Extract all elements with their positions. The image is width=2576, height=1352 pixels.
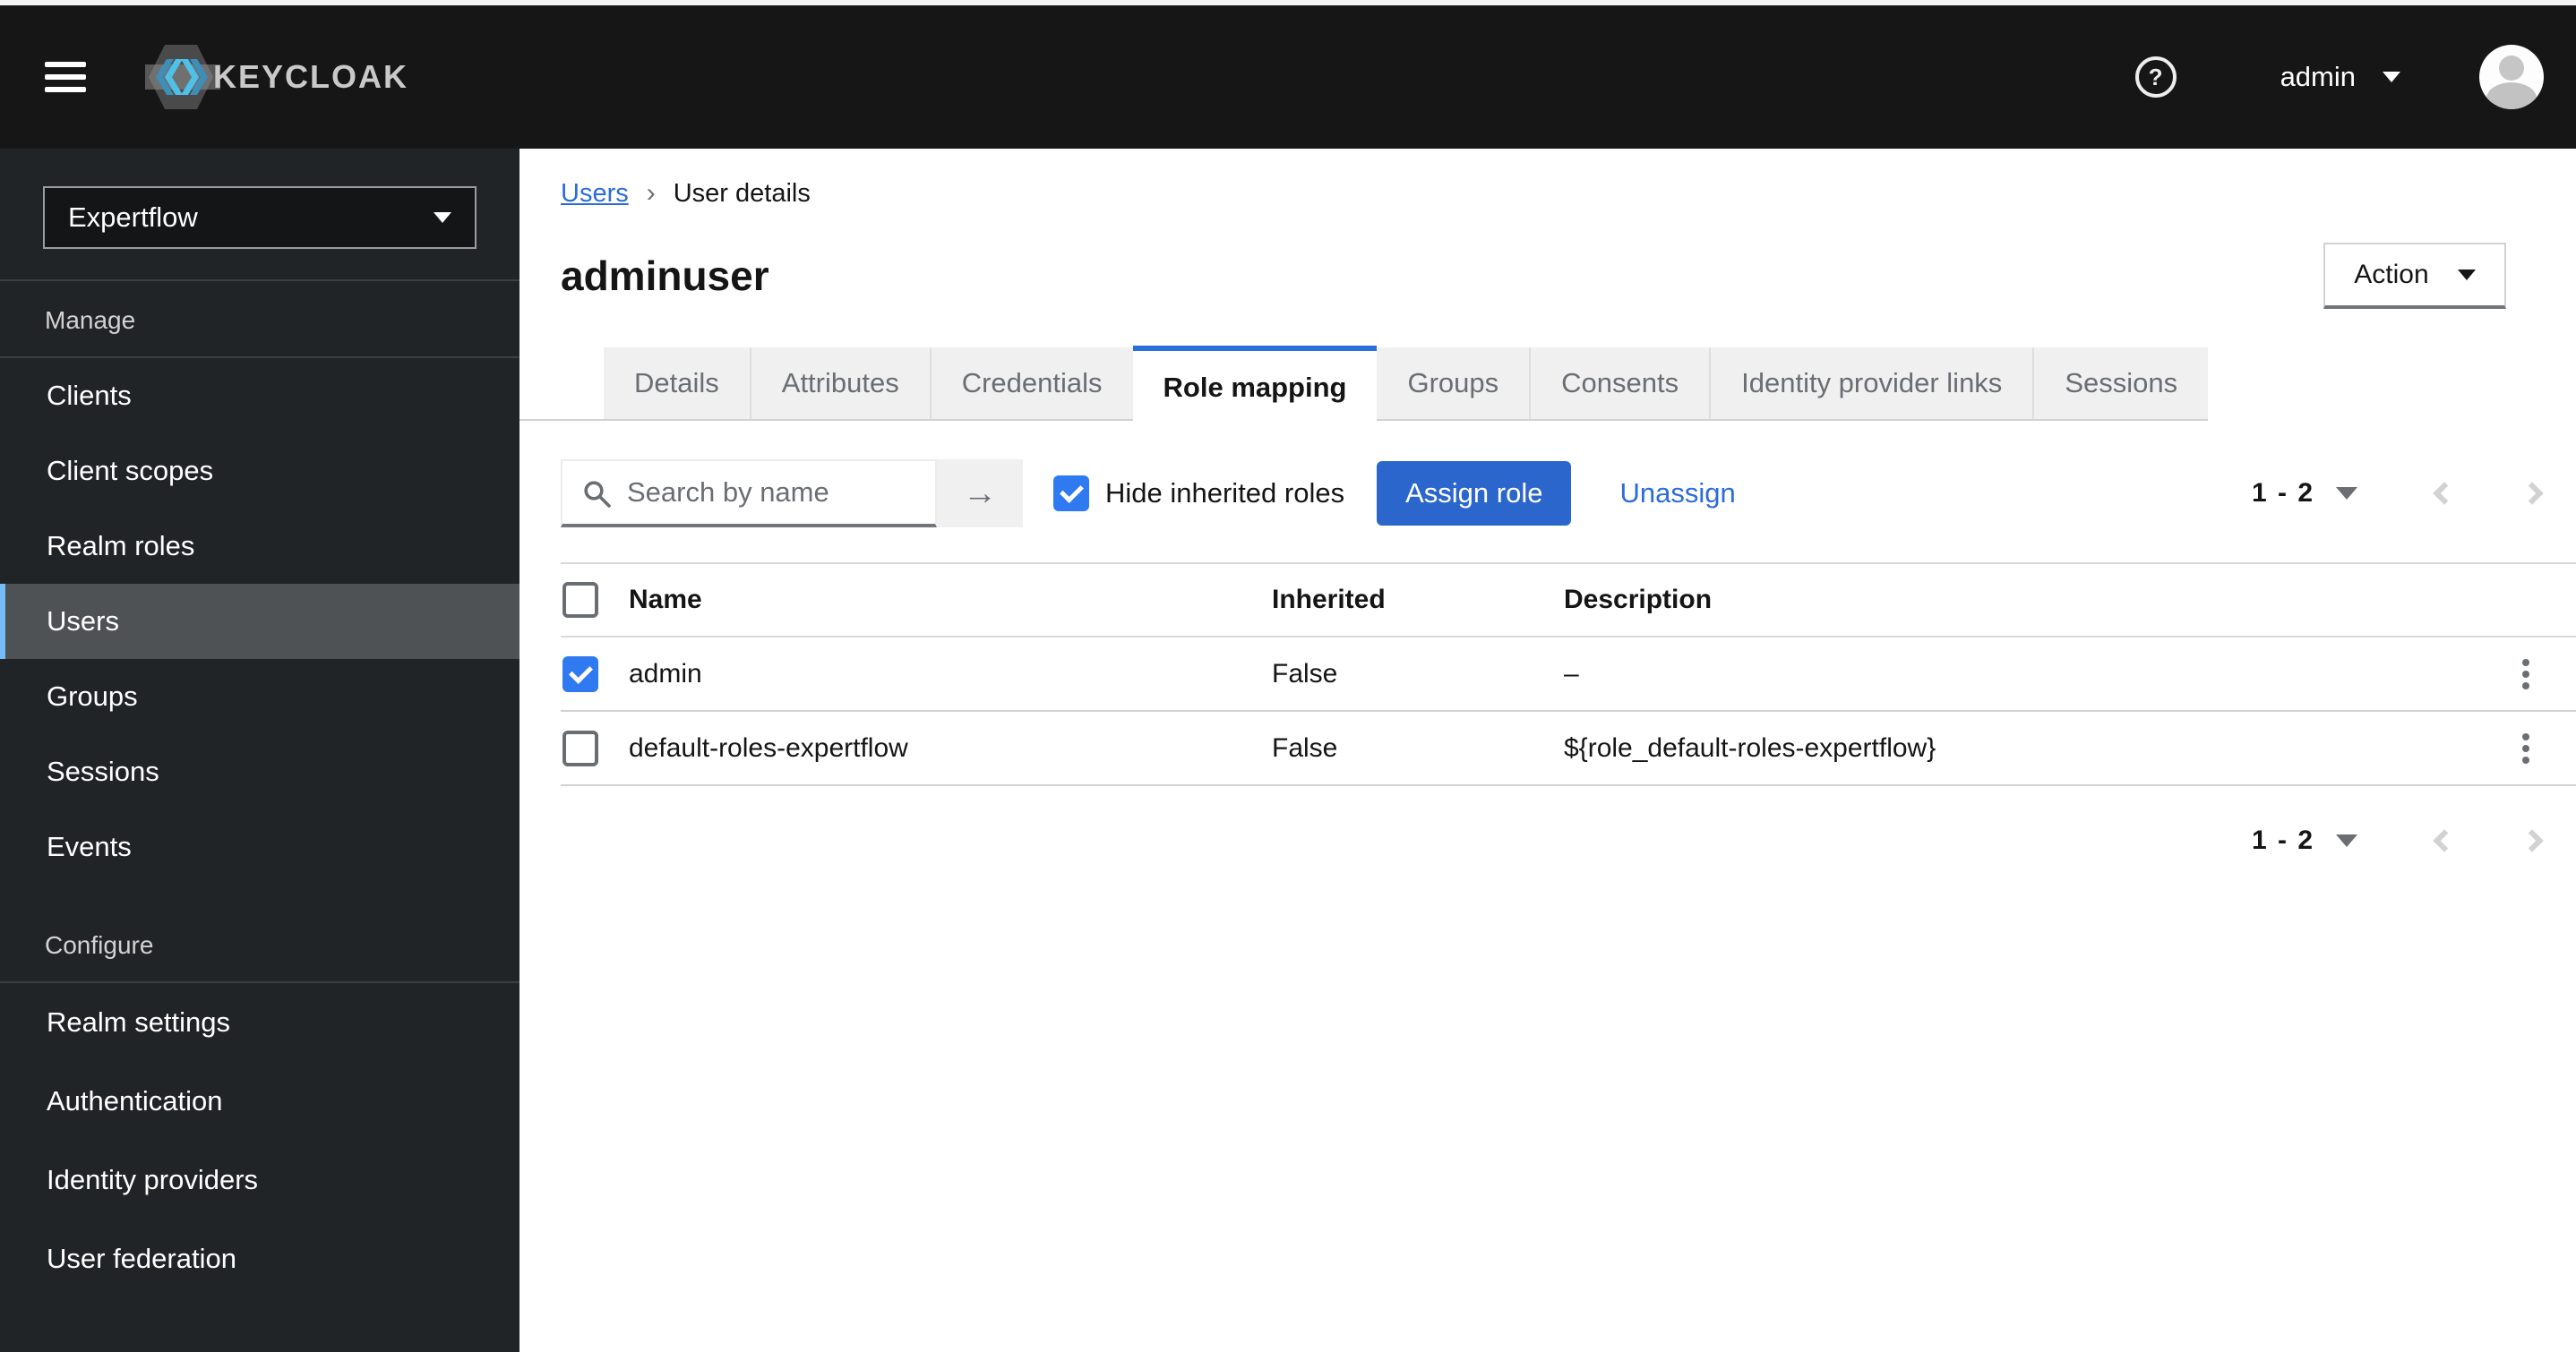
masthead: KEYCLOAK ? admin bbox=[0, 5, 2576, 149]
breadcrumb-current: User details bbox=[673, 178, 811, 208]
select-all-checkbox[interactable] bbox=[562, 582, 598, 618]
sidebar-item-events[interactable]: Events bbox=[0, 809, 519, 885]
description-cell: ${role_default-roles-expertflow} bbox=[1564, 732, 1936, 763]
inherited-cell: False bbox=[1272, 732, 1338, 763]
masthead-right: ? admin bbox=[2134, 45, 2576, 109]
column-header-description: Description bbox=[1564, 585, 1713, 614]
sidebar-item-authentication[interactable]: Authentication bbox=[0, 1062, 519, 1141]
search-submit-button[interactable]: → bbox=[937, 459, 1023, 527]
role-name-cell: admin bbox=[629, 658, 702, 689]
table-header-row: Name Inherited Description bbox=[561, 564, 2576, 637]
sidebar-item-users[interactable]: Users bbox=[0, 584, 519, 659]
action-label: Action bbox=[2354, 260, 2429, 289]
main-content: Users › User details adminuser Action De… bbox=[519, 149, 2576, 1352]
nav-section-manage: Manage bbox=[45, 306, 136, 334]
hide-inherited-group: Hide inherited roles bbox=[1053, 475, 1344, 511]
pagination-prev-icon[interactable] bbox=[2433, 482, 2456, 505]
tab-sessions[interactable]: Sessions bbox=[2032, 347, 2209, 419]
sidebar: Expertflow Manage Clients Client scopes … bbox=[0, 149, 519, 1352]
sidebar-item-clients[interactable]: Clients bbox=[0, 358, 519, 433]
search-input[interactable] bbox=[562, 461, 935, 524]
keycloak-logo-icon bbox=[145, 45, 220, 109]
pagination-top: 1 - 2 bbox=[2251, 478, 2544, 509]
sidebar-item-sessions[interactable]: Sessions bbox=[0, 734, 519, 809]
tab-consents[interactable]: Consents bbox=[1529, 347, 1710, 419]
tab-details[interactable]: Details bbox=[604, 347, 750, 419]
pagination-range: 1 - 2 bbox=[2251, 478, 2314, 508]
realm-name: Expertflow bbox=[68, 201, 198, 233]
sidebar-item-realm-settings[interactable]: Realm settings bbox=[0, 983, 519, 1062]
user-menu[interactable]: admin bbox=[2280, 61, 2400, 93]
brand-name: KEYCLOAK bbox=[213, 58, 409, 95]
assign-role-button[interactable]: Assign role bbox=[1377, 461, 1572, 526]
keycloak-logo: KEYCLOAK bbox=[142, 38, 408, 116]
row-kebab-menu-icon[interactable] bbox=[2515, 726, 2537, 771]
avatar[interactable] bbox=[2479, 45, 2544, 109]
sidebar-item-user-federation[interactable]: User federation bbox=[0, 1219, 519, 1298]
inherited-cell: False bbox=[1272, 658, 1338, 689]
breadcrumb: Users › User details bbox=[561, 177, 2576, 210]
arrow-right-icon: → bbox=[963, 474, 997, 512]
column-header-inherited: Inherited bbox=[1272, 585, 1386, 614]
nav-section-configure: Configure bbox=[45, 931, 154, 959]
sidebar-item-client-scopes[interactable]: Client scopes bbox=[0, 433, 519, 509]
tab-bar: Details Attributes Credentials Role mapp… bbox=[519, 346, 2209, 424]
nav-toggle-hamburger-icon[interactable] bbox=[45, 62, 86, 92]
column-header-name: Name bbox=[629, 585, 702, 614]
chevron-down-icon bbox=[2383, 72, 2400, 82]
tab-identity-provider-links[interactable]: Identity provider links bbox=[1709, 347, 2033, 419]
role-toolbar: → Hide inherited roles Assign role Unass… bbox=[561, 458, 2576, 528]
table-row: default-roles-expertflow False ${role_de… bbox=[561, 712, 2576, 786]
role-name-cell: default-roles-expertflow bbox=[629, 732, 908, 763]
row-checkbox[interactable] bbox=[562, 730, 598, 766]
realm-selector[interactable]: Expertflow bbox=[43, 186, 477, 249]
tab-role-mapping[interactable]: Role mapping bbox=[1132, 346, 1378, 424]
action-dropdown-button[interactable]: Action bbox=[2323, 243, 2506, 309]
unassign-button[interactable]: Unassign bbox=[1619, 477, 1735, 509]
pagination-prev-icon[interactable] bbox=[2433, 829, 2456, 852]
sidebar-item-identity-providers[interactable]: Identity providers bbox=[0, 1141, 519, 1219]
tab-credentials[interactable]: Credentials bbox=[929, 347, 1133, 419]
chevron-down-icon bbox=[434, 212, 451, 223]
keycloak-admin-console: KEYCLOAK ? admin Expertflow Manage Clien… bbox=[0, 0, 2576, 1352]
sidebar-item-groups[interactable]: Groups bbox=[0, 659, 519, 734]
hide-inherited-checkbox[interactable] bbox=[1053, 475, 1089, 511]
pagination-options-caret-icon[interactable] bbox=[2336, 487, 2357, 500]
pagination-bottom: 1 - 2 bbox=[2251, 826, 2544, 856]
row-kebab-menu-icon[interactable] bbox=[2515, 652, 2537, 697]
tab-groups[interactable]: Groups bbox=[1377, 347, 1530, 419]
pagination-next-icon[interactable] bbox=[2520, 482, 2544, 505]
help-icon[interactable]: ? bbox=[2134, 56, 2177, 98]
pagination-options-caret-icon[interactable] bbox=[2336, 834, 2357, 847]
username-label: admin bbox=[2280, 61, 2356, 92]
page-title: adminuser bbox=[561, 252, 769, 299]
description-cell: – bbox=[1564, 658, 1579, 689]
search-group: → bbox=[561, 459, 1023, 527]
breadcrumb-users-link[interactable]: Users bbox=[561, 179, 629, 209]
search-icon bbox=[584, 481, 611, 508]
sidebar-item-realm-roles[interactable]: Realm roles bbox=[0, 509, 519, 584]
breadcrumb-separator-icon: › bbox=[646, 178, 656, 208]
chevron-down-icon bbox=[2457, 270, 2476, 280]
pagination-range: 1 - 2 bbox=[2251, 826, 2314, 855]
row-checkbox[interactable] bbox=[562, 655, 598, 692]
hide-inherited-label[interactable]: Hide inherited roles bbox=[1105, 477, 1344, 509]
tab-attributes[interactable]: Attributes bbox=[749, 347, 930, 419]
pagination-next-icon[interactable] bbox=[2520, 829, 2544, 852]
table-row: admin False – bbox=[561, 637, 2576, 712]
role-mapping-table: Name Inherited Description admin False –… bbox=[561, 562, 2576, 786]
